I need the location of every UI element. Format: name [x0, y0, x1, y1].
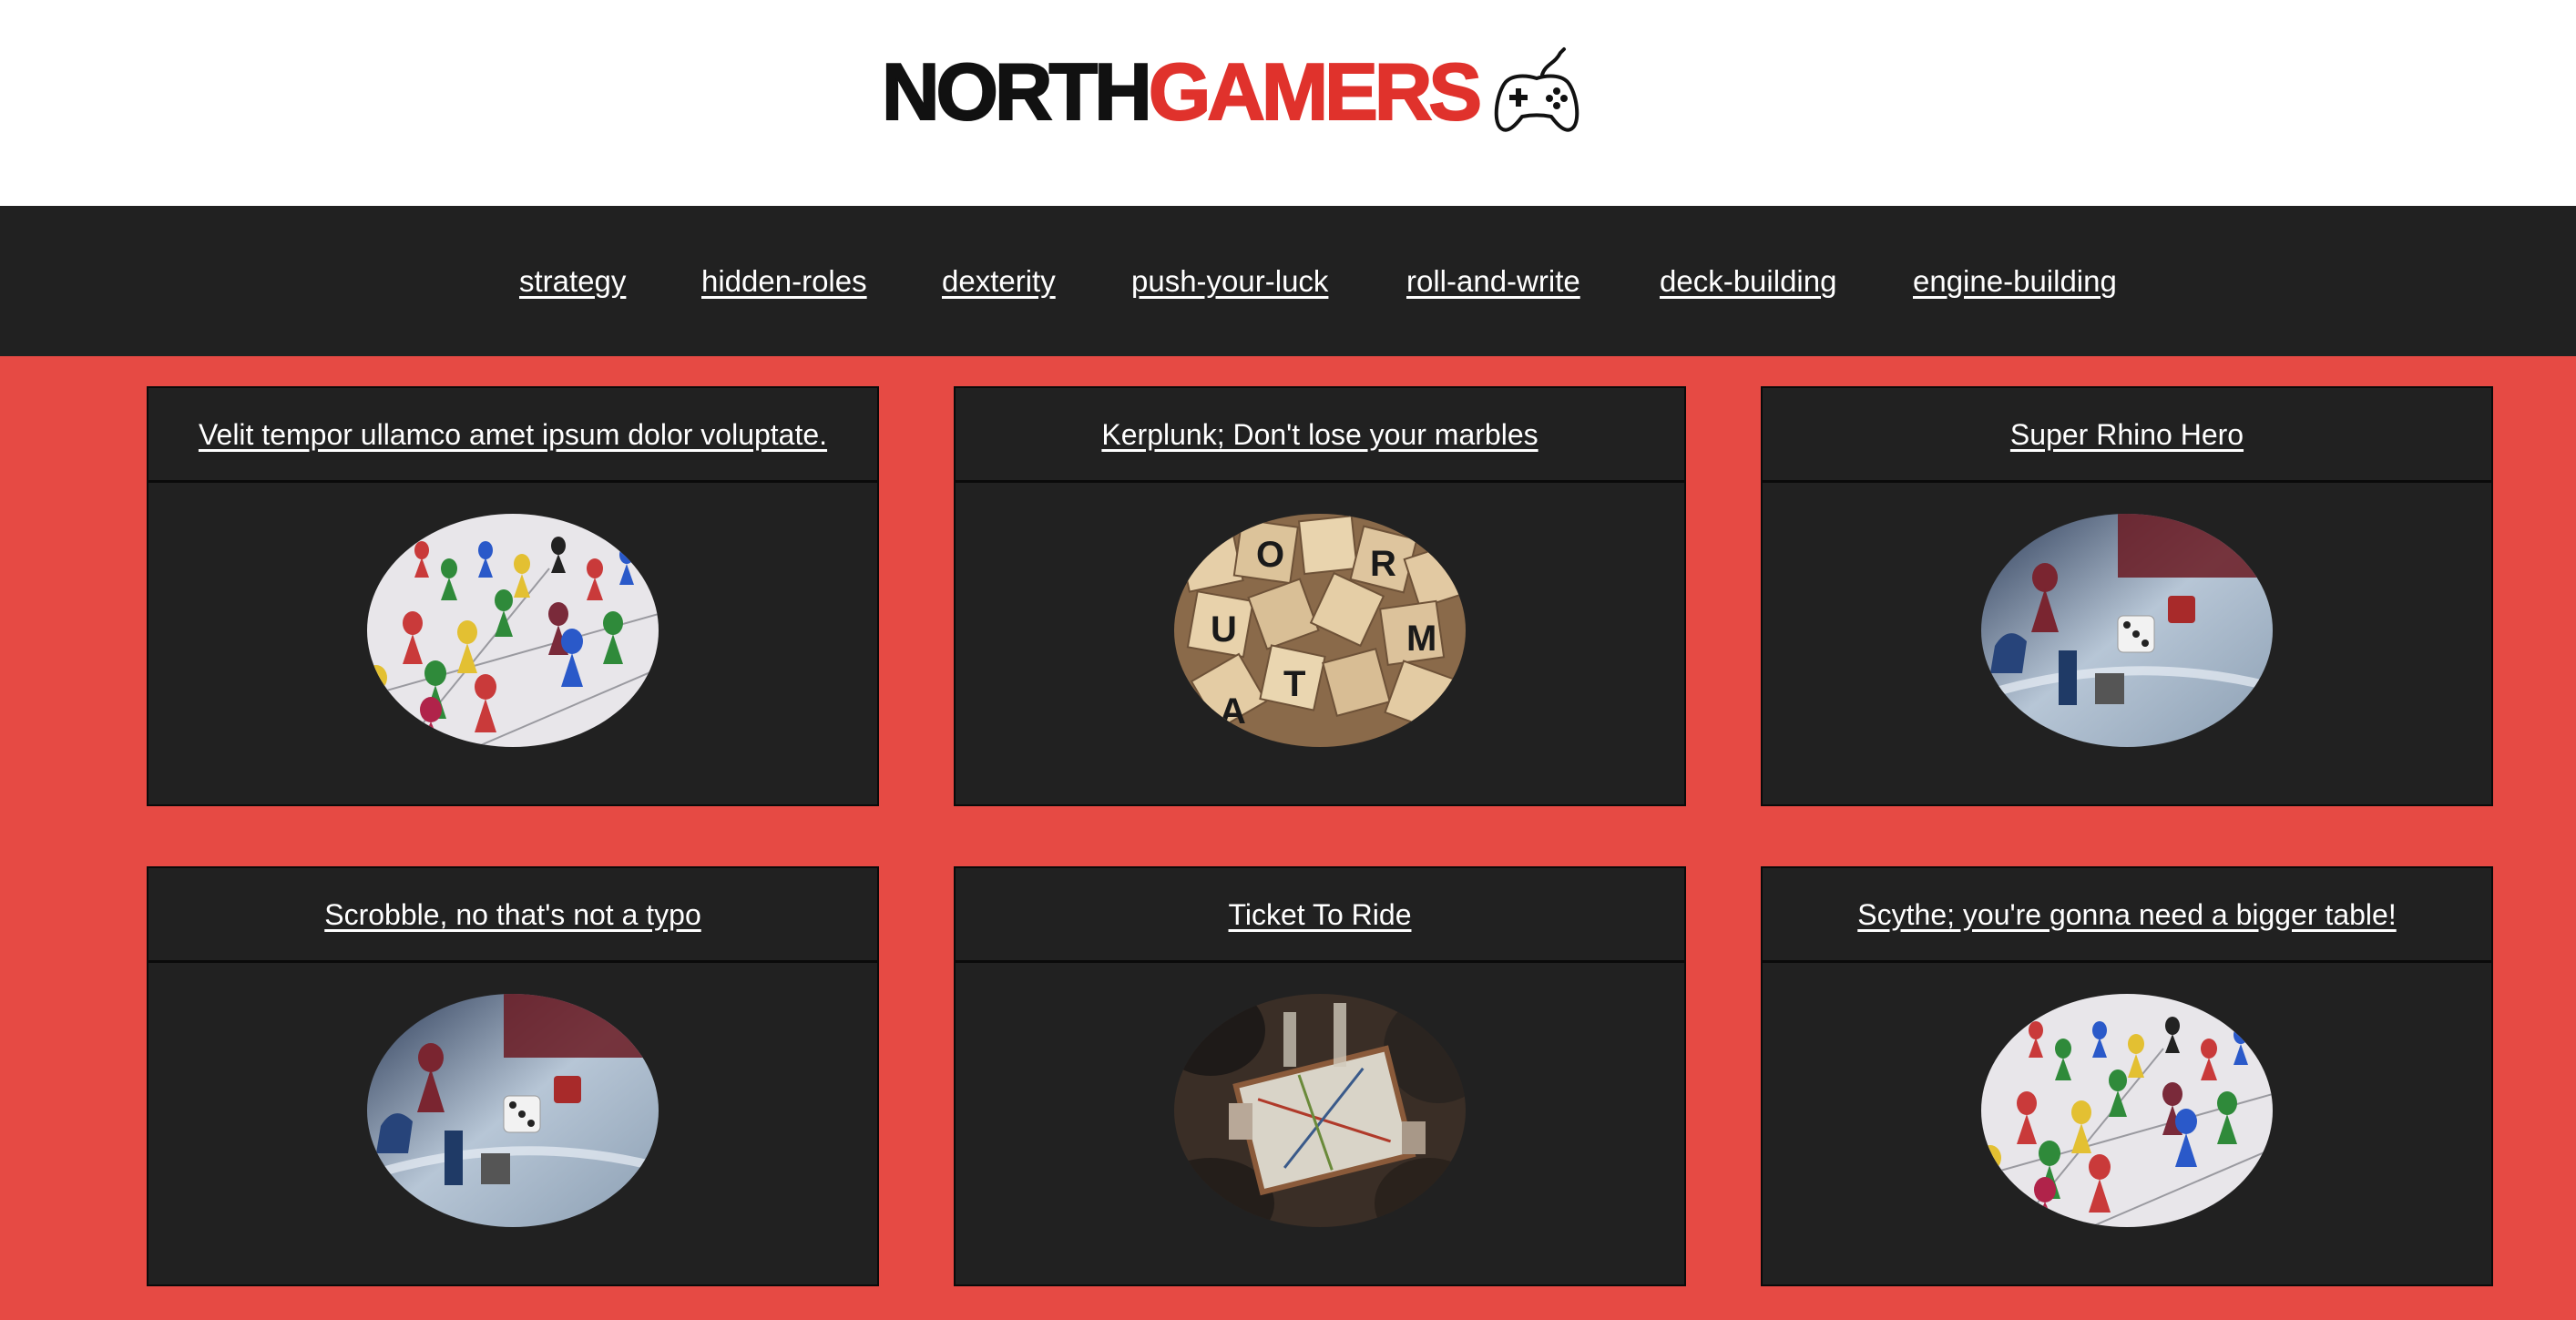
svg-text:O: O	[1256, 535, 1284, 575]
game-card: Super Rhino Hero	[1761, 386, 2493, 806]
card-title-link[interactable]: Ticket To Ride	[1229, 896, 1412, 933]
card-header: Super Rhino Hero	[1763, 388, 2491, 483]
card-header: Kerplunk; Don't lose your marbles	[956, 388, 1684, 483]
nav-link-dexterity[interactable]: dexterity	[942, 263, 1056, 300]
card-title-link[interactable]: Scrobble, no that's not a typo	[324, 896, 700, 933]
site-logo[interactable]: NORTH GAMERS	[881, 42, 1586, 142]
nav-link-engine-building[interactable]: engine-building	[1913, 263, 2117, 300]
card-header: Scythe; you're gonna need a bigger table…	[1763, 868, 2491, 963]
site-header: NORTH GAMERS	[0, 0, 2576, 206]
game-card: Scythe; you're gonna need a bigger table…	[1761, 866, 2493, 1286]
nav-link-deck-building[interactable]: deck-building	[1660, 263, 1836, 300]
board-game-pawns-photo[interactable]	[367, 514, 659, 747]
logo-text-north: NORTH	[881, 46, 1153, 137]
game-pieces-dice-photo[interactable]	[367, 994, 659, 1227]
svg-text:A: A	[1220, 691, 1246, 732]
nav-link-strategy[interactable]: strategy	[519, 263, 626, 300]
gamepad-icon	[1494, 47, 1579, 132]
letter-tiles-photo[interactable]: O R U M T A	[1174, 514, 1466, 747]
card-title-link[interactable]: Velit tempor ullamco amet ipsum dolor vo…	[199, 416, 827, 453]
board-game-pawns-photo[interactable]	[1981, 994, 2273, 1227]
nav-link-roll-and-write[interactable]: roll-and-write	[1406, 263, 1580, 300]
card-title-link[interactable]: Scythe; you're gonna need a bigger table…	[1857, 896, 2396, 933]
players-at-board-photo[interactable]	[1174, 994, 1466, 1227]
game-card: Kerplunk; Don't lose your marbles O R U …	[954, 386, 1686, 806]
card-title-link[interactable]: Super Rhino Hero	[2010, 416, 2244, 453]
nav-link-push-your-luck[interactable]: push-your-luck	[1131, 263, 1328, 300]
card-header: Velit tempor ullamco amet ipsum dolor vo…	[148, 388, 877, 483]
svg-text:R: R	[1370, 544, 1396, 584]
game-card: Ticket To Ride	[954, 866, 1686, 1286]
svg-text:M: M	[1406, 619, 1436, 659]
card-header: Ticket To Ride	[956, 868, 1684, 963]
game-card: Velit tempor ullamco amet ipsum dolor vo…	[147, 386, 879, 806]
category-nav: strategy hidden-roles dexterity push-you…	[0, 206, 2576, 356]
card-title-link[interactable]: Kerplunk; Don't lose your marbles	[1101, 416, 1538, 453]
nav-link-hidden-roles[interactable]: hidden-roles	[701, 263, 867, 300]
game-card: Scrobble, no that's not a typo	[147, 866, 879, 1286]
logo-text-gamers: GAMERS	[1148, 46, 1483, 137]
svg-text:T: T	[1283, 664, 1305, 704]
game-pieces-dice-photo[interactable]	[1981, 514, 2273, 747]
svg-text:U: U	[1211, 609, 1237, 650]
card-header: Scrobble, no that's not a typo	[148, 868, 877, 963]
